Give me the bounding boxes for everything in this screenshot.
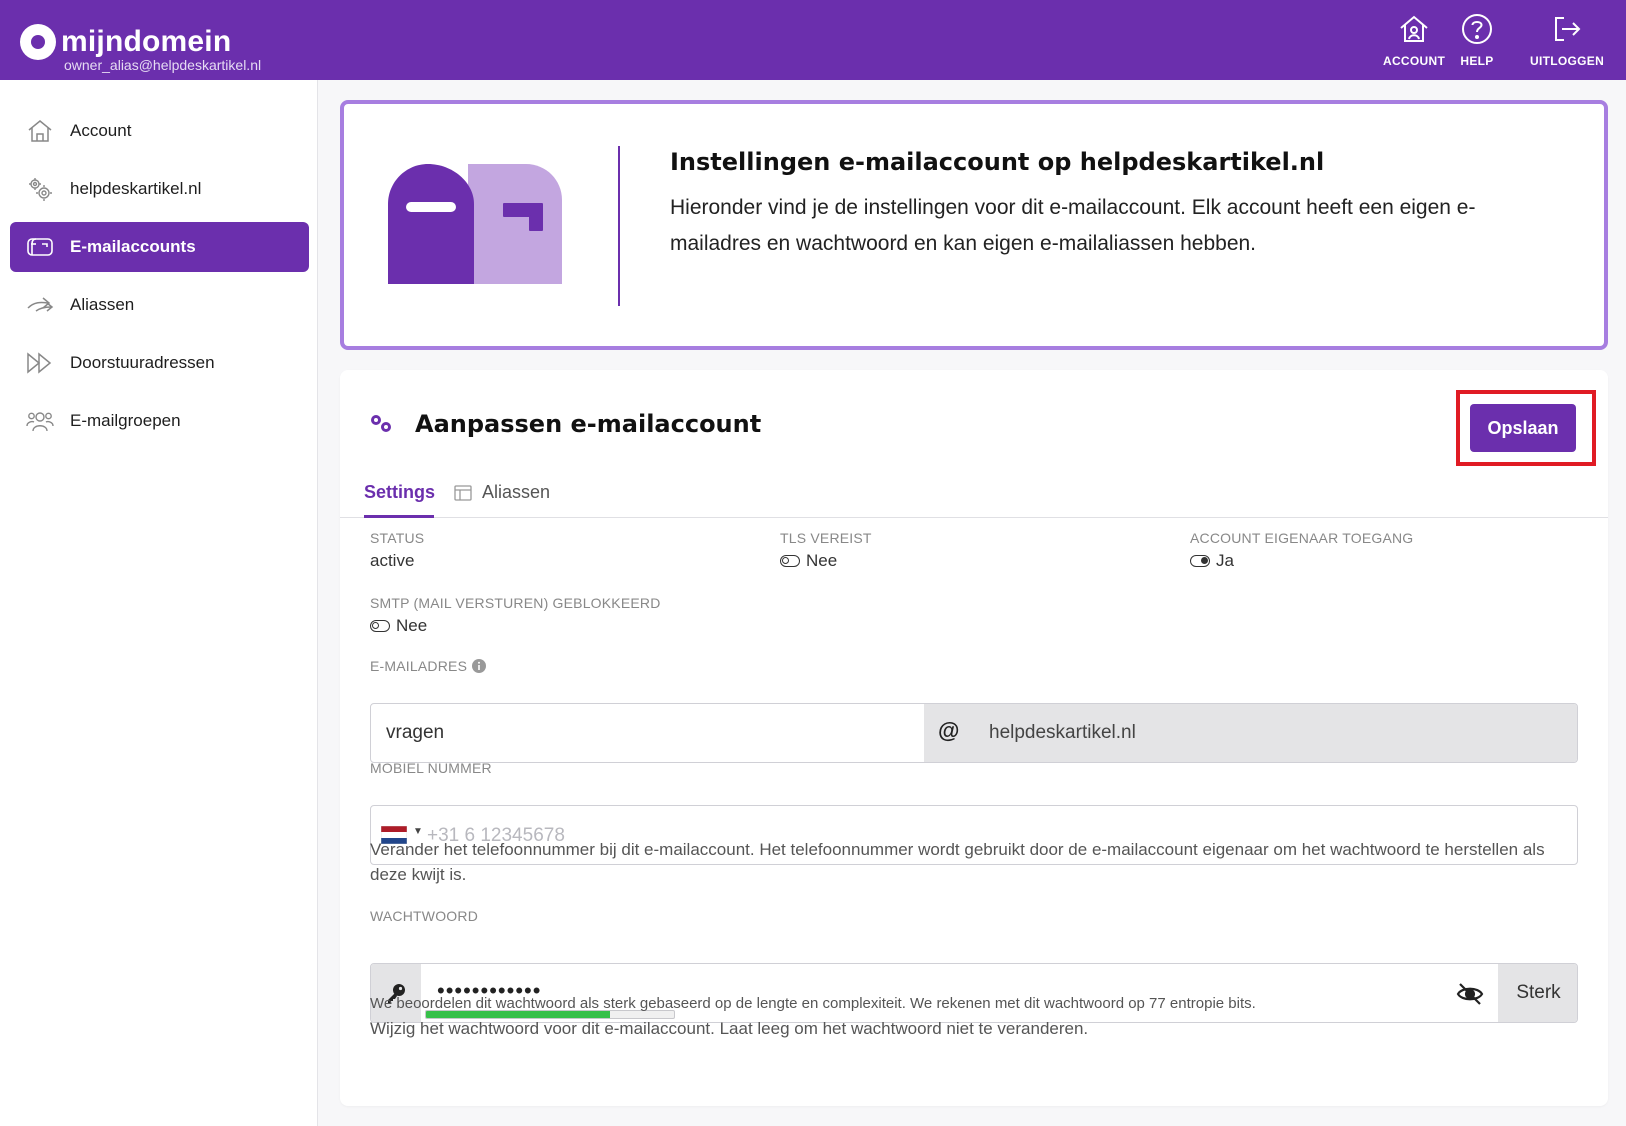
topnav-account-label: ACCOUNT bbox=[1383, 54, 1446, 68]
topnav-logout[interactable]: UITLOGGEN bbox=[1530, 12, 1604, 68]
settings-gears-icon bbox=[371, 415, 391, 432]
toggle-off-icon bbox=[780, 555, 800, 567]
banner-title: Instellingen e-mailaccount op helpdeskar… bbox=[670, 148, 1325, 176]
tls-toggle[interactable]: Nee bbox=[780, 551, 837, 571]
toggle-off-icon bbox=[370, 620, 390, 632]
brand-logo[interactable]: mijndomein bbox=[20, 24, 231, 60]
edit-email-account-card: Aanpassen e-mailaccount Opslaan Settings… bbox=[340, 370, 1608, 1106]
sidebar-item-domain[interactable]: helpdeskartikel.nl bbox=[10, 164, 309, 214]
smtp-label: SMTP (MAIL VERSTUREN) GEBLOKKEERD bbox=[370, 595, 661, 611]
eye-slash-icon[interactable] bbox=[1456, 980, 1484, 1008]
email-local-input[interactable]: vragen bbox=[371, 704, 924, 762]
help-icon bbox=[1462, 14, 1492, 44]
tab-aliases[interactable]: Aliassen bbox=[454, 482, 550, 503]
tls-value: Nee bbox=[806, 551, 838, 570]
status-label: STATUS bbox=[370, 530, 425, 546]
gears-icon bbox=[26, 175, 54, 203]
email-label: E-MAILADRES bbox=[370, 658, 468, 674]
users-icon bbox=[26, 407, 54, 435]
save-button[interactable]: Opslaan bbox=[1470, 404, 1576, 452]
sidebar-item-email-accounts[interactable]: E-mailaccounts bbox=[10, 222, 309, 272]
email-domain-addon: @ helpdeskartikel.nl bbox=[924, 704, 1577, 762]
mailbox-icon bbox=[26, 233, 54, 261]
smtp-toggle[interactable]: Nee bbox=[370, 616, 427, 636]
sidebar-item-label: helpdeskartikel.nl bbox=[70, 179, 202, 198]
arrows-right-icon bbox=[26, 291, 54, 319]
sidebar-item-label: Account bbox=[70, 121, 132, 140]
home-icon bbox=[26, 117, 54, 145]
password-strength-note: We beoordelen dit wachtwoord als sterk g… bbox=[370, 995, 1256, 1012]
status-value: active bbox=[370, 551, 415, 570]
password-label: WACHTWOORD bbox=[370, 908, 479, 924]
mobile-label: MOBIEL NUMMER bbox=[370, 760, 492, 776]
password-help-text: Wijzig het wachtwoord voor dit e-mailacc… bbox=[370, 1019, 1089, 1038]
sidebar-item-forwards[interactable]: Doorstuuradressen bbox=[10, 338, 309, 388]
forward-icon bbox=[26, 349, 54, 377]
topnav-logout-label: UITLOGGEN bbox=[1530, 54, 1605, 68]
user-email: owner_alias@helpdeskartikel.nl bbox=[64, 57, 262, 73]
sidebar-item-label: E-mailaccounts bbox=[70, 237, 196, 256]
sidebar-item-account[interactable]: Account bbox=[10, 106, 309, 156]
owner-access-label: ACCOUNT EIGENAAR TOEGANG bbox=[1190, 530, 1414, 546]
tab-settings-label: Settings bbox=[364, 482, 436, 502]
logo-icon bbox=[20, 24, 56, 60]
banner-divider bbox=[618, 146, 620, 306]
topnav-help[interactable]: HELP bbox=[1460, 12, 1494, 68]
sidebar-item-label: E-mailgroepen bbox=[70, 411, 181, 430]
tls-label: TLS VEREIST bbox=[780, 530, 872, 546]
owner-access-value: Ja bbox=[1216, 551, 1234, 570]
home-icon bbox=[1400, 15, 1428, 42]
sidebar-item-label: Aliassen bbox=[70, 295, 135, 314]
at-icon: @ bbox=[938, 718, 960, 743]
info-icon[interactable] bbox=[472, 659, 487, 673]
sidebar-item-label: Doorstuuradressen bbox=[70, 353, 215, 372]
password-strength-label: Sterk bbox=[1498, 964, 1577, 1022]
caret-down-icon[interactable]: ▼ bbox=[413, 826, 423, 837]
toggle-on-icon bbox=[1190, 555, 1210, 567]
tab-aliases-label: Aliassen bbox=[482, 482, 551, 502]
banner-text: Hieronder vind je de instellingen voor d… bbox=[670, 196, 1476, 255]
email-field-group: vragen @ helpdeskartikel.nl bbox=[370, 703, 1578, 763]
mailbox-illustration bbox=[388, 164, 562, 284]
tabs: Settings Aliassen bbox=[340, 464, 1608, 518]
smtp-value: Nee bbox=[396, 616, 428, 635]
active-tab-indicator bbox=[364, 515, 434, 518]
sidebar-item-email-groups[interactable]: E-mailgroepen bbox=[10, 396, 309, 446]
topnav-help-label: HELP bbox=[1460, 54, 1494, 68]
email-domain: helpdeskartikel.nl bbox=[989, 722, 1136, 743]
sidebar: Account helpdeskartikel.nl E-mailaccount… bbox=[0, 80, 318, 1126]
logout-icon bbox=[1555, 17, 1581, 41]
mobile-help-text: Verander het telefoonnummer bij dit e-ma… bbox=[370, 840, 1545, 884]
email-label-row: E-MAILADRES bbox=[370, 658, 487, 674]
card-title: Aanpassen e-mailaccount bbox=[415, 410, 762, 438]
sidebar-item-aliases[interactable]: Aliassen bbox=[10, 280, 309, 330]
top-bar: mijndomein owner_alias@helpdeskartikel.n… bbox=[0, 0, 1626, 80]
info-banner: Instellingen e-mailaccount op helpdeskar… bbox=[340, 100, 1608, 350]
window-icon bbox=[454, 484, 472, 501]
topnav-account[interactable]: ACCOUNT bbox=[1383, 12, 1445, 68]
owner-access-toggle[interactable]: Ja bbox=[1190, 551, 1234, 571]
brand-name: mijndomein bbox=[61, 25, 232, 58]
tab-settings[interactable]: Settings bbox=[364, 482, 435, 503]
